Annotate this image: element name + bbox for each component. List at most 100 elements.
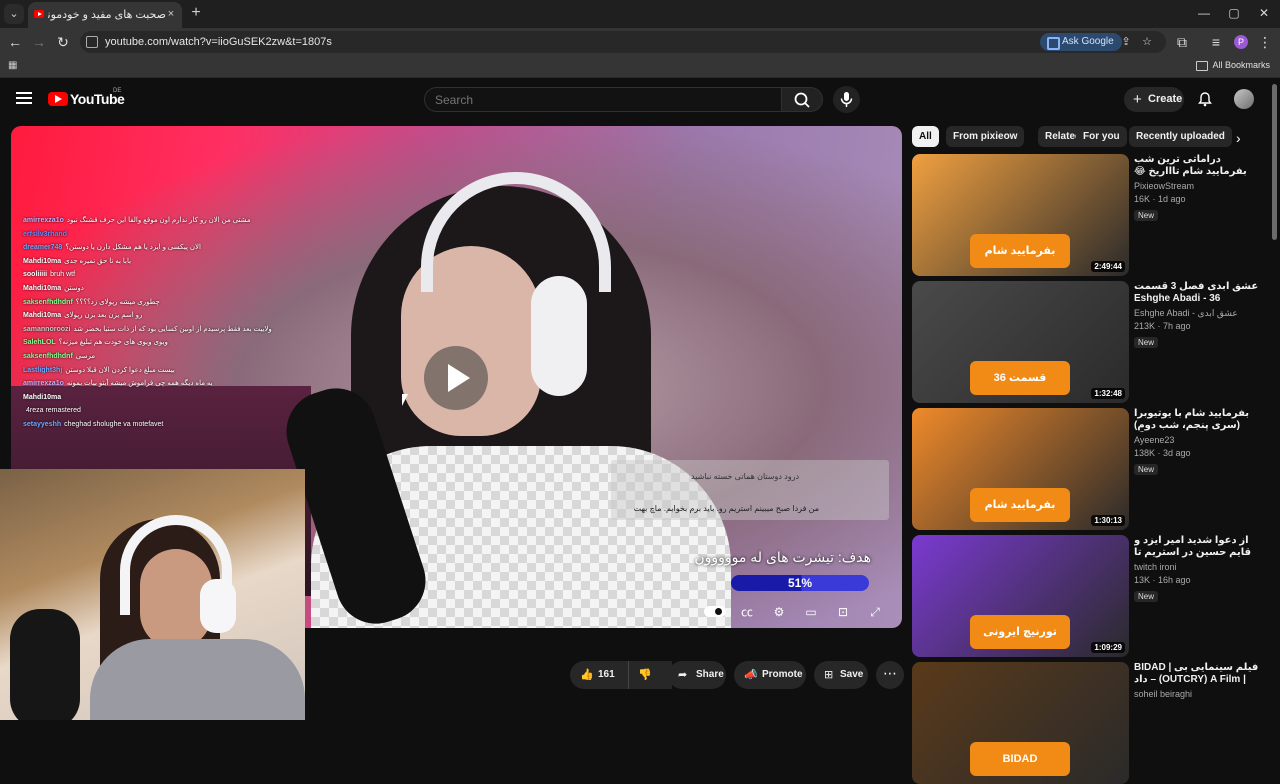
channel-name[interactable]: soheil beiraghi xyxy=(1134,689,1262,700)
profile-avatar[interactable]: P xyxy=(1234,35,1248,49)
recommended-video[interactable]: بفرمایید شام 1:30:13 بفرمایید شام با یوتیو… xyxy=(912,408,1267,530)
new-tab-button[interactable]: + xyxy=(188,5,204,21)
channel-name[interactable]: PixieowStream xyxy=(1134,181,1262,192)
video-title[interactable]: عشق ابدی فصل 3 قسمت 36 - Eshghe Abadi xyxy=(1134,281,1262,305)
create-button[interactable]: Create xyxy=(1124,87,1184,112)
fullscreen-icon[interactable]: ⤢ xyxy=(865,602,885,622)
webcam-shirt xyxy=(90,639,305,720)
chat-text: مرسی xyxy=(75,352,96,360)
ask-google-button[interactable]: Ask Google xyxy=(1040,33,1122,51)
search-box[interactable] xyxy=(424,87,781,112)
account-avatar[interactable] xyxy=(1234,89,1254,109)
save-playlist-icon: ⊞ xyxy=(824,669,834,681)
video-title[interactable]: از دعوا شدید امیر ایزد و قایم حسین در اس… xyxy=(1134,535,1262,559)
install-app-icon[interactable]: ⇪ xyxy=(1120,36,1132,48)
bookmark-star-icon[interactable]: ☆ xyxy=(1141,36,1153,48)
chat-username: amirrexza1o xyxy=(23,380,64,388)
chat-message: samannoroozi ولاییت بعد فقط پرسیدم از اون… xyxy=(23,323,323,337)
forward-arrow-icon[interactable]: → xyxy=(31,34,47,50)
recommended-video[interactable]: بفرمایید شام 2:49:44 دراماتی ترین شب بفرما… xyxy=(912,154,1267,276)
chat-username: amirrexza1o xyxy=(23,217,64,224)
browser-tab-bar: ⌄ صحبت های مفید و خودمونی × + — ▢ ✕ xyxy=(0,0,1280,28)
autoplay-toggle[interactable] xyxy=(704,606,726,617)
recommended-video[interactable]: قسمت 36 1:32:48 عشق ابدی فصل 3 قسمت 36 - E… xyxy=(912,281,1267,403)
search-input[interactable] xyxy=(435,93,765,107)
search-icon xyxy=(794,92,810,108)
video-title[interactable]: بفرمایید شام با یوتیوبرا (سری پنجم، شب د… xyxy=(1134,408,1262,432)
maximize-window-button[interactable]: ▢ xyxy=(1224,6,1244,20)
webcam-headphone-cup xyxy=(200,579,236,633)
chat-username: Mahdi10ma xyxy=(23,312,62,320)
save-button[interactable]: ⊞ Save xyxy=(814,661,868,689)
headphone-cup xyxy=(531,276,587,396)
notifications-bell-icon[interactable] xyxy=(1197,91,1213,107)
browser-tab[interactable]: صحبت های مفید و خودمونی × xyxy=(28,2,182,28)
goal-percent: 51% xyxy=(787,576,813,590)
close-window-button[interactable]: ✕ xyxy=(1254,6,1274,20)
promote-button[interactable]: 📣 Promote xyxy=(734,661,806,689)
video-info: عشق ابدی فصل 3 قسمت 36 - Eshghe Abadi Esh… xyxy=(1134,281,1262,350)
chip-from-pixieow[interactable]: From pixieow xyxy=(946,126,1025,147)
theater-mode-icon[interactable]: ▭ xyxy=(801,602,821,622)
settings-gear-icon[interactable]: ⚙ xyxy=(769,602,789,622)
tab-title: صحبت های مفید و خودمونی xyxy=(48,9,166,21)
chevron-right-icon[interactable]: › xyxy=(1236,130,1241,146)
more-actions-button[interactable]: ⋯ xyxy=(876,661,904,689)
video-thumbnail[interactable]: بفرمایید شام 1:30:13 xyxy=(912,408,1129,530)
video-info: BIDAD | فیلم سینمایی بی داد – (OUTCRY) A… xyxy=(1134,662,1262,700)
share-button[interactable]: ➦ Share xyxy=(668,661,726,689)
youtube-favicon-icon xyxy=(34,10,44,18)
video-duration: 1:30:13 xyxy=(1091,515,1125,526)
youtube-logo-icon[interactable] xyxy=(48,92,68,106)
all-bookmarks-button[interactable]: All Bookmarks xyxy=(1196,60,1270,71)
chip-all[interactable]: All xyxy=(912,126,939,147)
chat-username: saksenfhdhdnf xyxy=(23,352,73,360)
reload-icon[interactable]: ↻ xyxy=(55,34,71,50)
apps-grid-icon[interactable]: ▦ xyxy=(8,61,18,71)
chat-message: Mahdi10ma دوستن xyxy=(23,282,323,296)
address-bar[interactable]: youtube.com/watch?v=iioGuSEK2zw&t=1807s … xyxy=(80,31,1166,53)
chat-text: بابا به تا حق تمیره جدی xyxy=(64,257,132,265)
thumbnail-caption: تورنیچ ایرونی xyxy=(970,615,1070,649)
video-title[interactable]: دراماتی ترین شب بفرمایید شام تاااریخ 😂 xyxy=(1134,154,1262,178)
chip-recently-uploaded[interactable]: Recently uploaded xyxy=(1129,126,1232,147)
webcam-microphone xyxy=(10,609,80,720)
close-tab-icon[interactable]: × xyxy=(164,7,178,21)
thumbnail-caption: بفرمایید شام xyxy=(970,234,1070,268)
search-button[interactable] xyxy=(781,87,823,112)
video-stats: 13K · 16h ago xyxy=(1134,575,1191,585)
recommended-video[interactable]: تورنیچ ایرونی 1:09:29 از دعوا شدید امیر ای… xyxy=(912,535,1267,657)
video-title[interactable]: BIDAD | فیلم سینمایی بی داد – (OUTCRY) A… xyxy=(1134,662,1262,686)
video-thumbnail[interactable]: BIDAD xyxy=(912,662,1129,784)
video-thumbnail[interactable]: قسمت 36 1:32:48 xyxy=(912,281,1129,403)
chip-for-you[interactable]: For you xyxy=(1076,126,1127,147)
tab-search-button[interactable]: ⌄ xyxy=(4,4,24,24)
video-thumbnail[interactable]: تورنیچ ایرونی 1:09:29 xyxy=(912,535,1129,657)
video-duration: 1:32:48 xyxy=(1091,388,1125,399)
alert-line-1: درود دوستان هماتی خسته نباشید xyxy=(691,472,799,481)
url-text[interactable]: youtube.com/watch?v=iioGuSEK2zw&t=1807s xyxy=(105,36,332,48)
donation-alert: درود دوستان هماتی خسته نباشید من فردا صب… xyxy=(611,460,889,520)
recommended-video[interactable]: BIDAD BIDAD | فیلم سینمایی بی داد – (OUTC… xyxy=(912,662,1267,784)
extensions-icon[interactable]: ⧉ xyxy=(1174,34,1190,50)
browser-menu-icon[interactable]: ⋮ xyxy=(1257,34,1273,50)
video-thumbnail[interactable]: بفرمایید شام 2:49:44 xyxy=(912,154,1129,276)
play-button[interactable] xyxy=(424,346,488,410)
back-arrow-icon[interactable]: ← xyxy=(7,34,23,50)
site-info-icon[interactable] xyxy=(86,36,98,48)
voice-search-button[interactable] xyxy=(833,86,860,113)
chat-message: Mahdi10ma بابا به تا حق تمیره جدی xyxy=(23,255,323,269)
channel-name[interactable]: Ayeene23 xyxy=(1134,435,1262,446)
page-scrollbar[interactable] xyxy=(1272,84,1277,240)
channel-name[interactable]: Eshghe Abadi - عشق ابدی xyxy=(1134,308,1262,319)
minimize-window-button[interactable]: — xyxy=(1194,6,1214,20)
hamburger-menu-icon[interactable] xyxy=(16,92,32,104)
captions-icon[interactable]: ㏄ xyxy=(737,602,757,622)
video-duration: 1:09:29 xyxy=(1091,642,1125,653)
reading-list-icon[interactable]: ≡ xyxy=(1208,34,1224,50)
channel-name[interactable]: twitch ironi xyxy=(1134,562,1262,573)
chat-text: bruh wtf xyxy=(50,271,76,279)
dislike-button[interactable]: 👎 xyxy=(628,661,658,689)
chat-message: saksenfhdhdnf چطوری میشه رپولای زد؟؟؟؟ xyxy=(23,296,323,310)
cast-icon[interactable]: ⊡ xyxy=(833,602,853,622)
